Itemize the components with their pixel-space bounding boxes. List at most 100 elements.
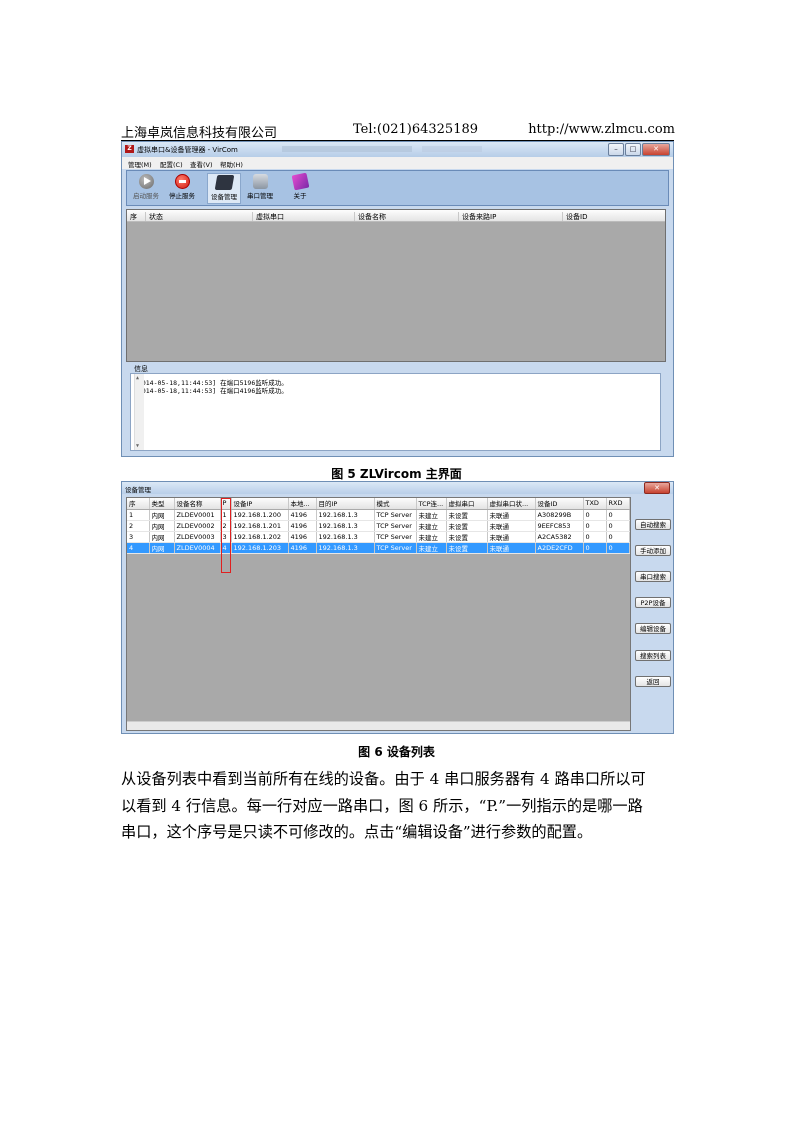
device-list-grid[interactable]: 序 类型 设备名称 P 设备IP 本地... 目的IP 模式 TCP连... 虚… bbox=[126, 497, 631, 731]
figure-caption-5: 图 5 ZLVircom 主界面 bbox=[331, 467, 462, 481]
cell: 未建立 bbox=[416, 520, 447, 532]
cell: 192.168.1.200 bbox=[231, 509, 289, 521]
cell: 0 bbox=[606, 509, 630, 521]
page-header: 上海卓岚信息科技有限公司 Tel:(021)64325189 http://ww… bbox=[121, 122, 675, 141]
cell: ZLDEV0001 bbox=[174, 509, 221, 521]
cell: 内网 bbox=[149, 531, 175, 543]
app-icon: Z bbox=[125, 145, 134, 153]
window-titlebar[interactable]: Z 虚拟串口&设备管理器 - VirCom – □ ✕ bbox=[122, 142, 673, 157]
menu-config[interactable]: 配置(C) bbox=[160, 159, 183, 169]
window-titlebar[interactable]: 设备管理 ✕ bbox=[122, 482, 673, 494]
col-device-id[interactable]: 设备ID bbox=[562, 212, 587, 221]
col-virtual-port[interactable]: 虚拟串口 bbox=[446, 498, 488, 510]
serial-manage-button[interactable]: 串口管理 bbox=[243, 173, 277, 204]
window-controls: – □ ✕ bbox=[607, 143, 670, 156]
col-rxd[interactable]: RXD bbox=[606, 498, 630, 510]
cell: 未设置 bbox=[446, 509, 488, 521]
cell: 1 bbox=[127, 509, 150, 521]
port-list-grid[interactable]: 序 状态 虚拟串口 设备名称 设备来路IP 设备ID bbox=[126, 209, 666, 362]
stop-service-button[interactable]: 停止服务 bbox=[165, 173, 199, 204]
cell: 未设置 bbox=[446, 531, 488, 543]
window-title: 设备管理 bbox=[125, 486, 151, 494]
background-window-blur bbox=[422, 146, 482, 152]
auto-search-button[interactable]: 自动搜索 bbox=[635, 519, 671, 530]
cell: 0 bbox=[606, 520, 630, 532]
cell: 4196 bbox=[288, 542, 317, 554]
cell: 9EEFC853 bbox=[535, 520, 584, 532]
header-url: http://www.zlmcu.com bbox=[528, 122, 675, 137]
close-button[interactable]: ✕ bbox=[642, 143, 670, 156]
horizontal-scrollbar[interactable] bbox=[127, 721, 630, 730]
paragraph-line: 串口，这个序号是只读不可修改的。点击“编辑设备”进行参数的配置。 bbox=[121, 823, 593, 841]
col-dest-ip[interactable]: 目的IP bbox=[316, 498, 375, 510]
cell: TCP Server bbox=[374, 542, 417, 554]
device-manage-button[interactable]: 设备管理 bbox=[207, 173, 241, 204]
cell: 未联通 bbox=[487, 509, 536, 521]
cell: TCP Server bbox=[374, 520, 417, 532]
cell: A2CA5382 bbox=[535, 531, 584, 543]
cell: 未建立 bbox=[416, 531, 447, 543]
cell: 未建立 bbox=[416, 542, 447, 554]
col-device-name[interactable]: 设备名称 bbox=[174, 498, 221, 510]
col-status[interactable]: 状态 bbox=[145, 212, 163, 221]
table-row[interactable]: 2 内网 ZLDEV0002 2 192.168.1.201 4196 192.168.1.… bbox=[127, 520, 630, 532]
cell: 4 bbox=[127, 542, 150, 554]
device-table: 序 类型 设备名称 P 设备IP 本地... 目的IP 模式 TCP连... 虚… bbox=[127, 498, 630, 554]
cell: A308299B bbox=[535, 509, 584, 521]
start-service-button[interactable]: 启动服务 bbox=[129, 173, 163, 204]
manual-add-button[interactable]: 手动添加 bbox=[635, 545, 671, 556]
menu-manage[interactable]: 管理(M) bbox=[128, 159, 152, 169]
cell: 0 bbox=[606, 542, 630, 554]
minimize-button[interactable]: – bbox=[608, 143, 624, 156]
table-row-selected[interactable]: 4 内网 ZLDEV0004 4 192.168.1.203 4196 192.168.1.… bbox=[127, 542, 630, 554]
cell: ZLDEV0004 bbox=[174, 542, 221, 554]
col-index[interactable]: 序 bbox=[127, 212, 137, 221]
maximize-button[interactable]: □ bbox=[625, 143, 641, 156]
cell: 2 bbox=[127, 520, 150, 532]
col-tcp-conn[interactable]: TCP连... bbox=[416, 498, 447, 510]
cell: 未设置 bbox=[446, 520, 488, 532]
log-scrollbar[interactable] bbox=[134, 374, 144, 450]
cell: 0 bbox=[583, 542, 607, 554]
menu-view[interactable]: 查看(V) bbox=[190, 159, 213, 169]
menu-help[interactable]: 帮助(H) bbox=[220, 159, 243, 169]
col-txd[interactable]: TXD bbox=[583, 498, 607, 510]
log-box[interactable]: [2014-05-18,11:44:53] 在端口5196监听成功。 [2014… bbox=[130, 373, 661, 451]
header-company: 上海卓岚信息科技有限公司 bbox=[121, 126, 278, 141]
edit-device-button[interactable]: 编辑设备 bbox=[635, 623, 671, 634]
window-title: 虚拟串口&设备管理器 - VirCom bbox=[137, 146, 238, 154]
about-button[interactable]: 关于 bbox=[283, 172, 317, 204]
search-list-button[interactable]: 搜索列表 bbox=[635, 650, 671, 661]
cell: 192.168.1.3 bbox=[316, 542, 375, 554]
back-button[interactable]: 返回 bbox=[635, 676, 671, 687]
col-device-ip[interactable]: 设备IP bbox=[231, 498, 289, 510]
table-row[interactable]: 1 内网 ZLDEV0001 1 192.168.1.200 4196 192.168.1.… bbox=[127, 509, 630, 521]
col-type[interactable]: 类型 bbox=[149, 498, 175, 510]
col-mode[interactable]: 模式 bbox=[374, 498, 417, 510]
col-index[interactable]: 序 bbox=[127, 498, 150, 510]
cell: 未联通 bbox=[487, 531, 536, 543]
col-local-port[interactable]: 本地... bbox=[288, 498, 317, 510]
cell: 192.168.1.3 bbox=[316, 531, 375, 543]
col-source-ip[interactable]: 设备来路IP bbox=[458, 212, 496, 221]
cell: 未设置 bbox=[446, 542, 488, 554]
about-icon bbox=[291, 172, 309, 191]
figure-caption-6: 图 6 设备列表 bbox=[358, 745, 435, 759]
start-icon bbox=[138, 174, 154, 189]
serial-search-button[interactable]: 串口搜索 bbox=[635, 571, 671, 582]
body-paragraph: 从设备列表中看到当前所有在线的设备。由于 4 串口服务器有 4 路串口所以可 以… bbox=[121, 766, 666, 846]
cell: 内网 bbox=[149, 509, 175, 521]
cell: 0 bbox=[583, 531, 607, 543]
close-button[interactable]: ✕ bbox=[644, 482, 670, 494]
cell: 4196 bbox=[288, 520, 317, 532]
table-row[interactable]: 3 内网 ZLDEV0003 3 192.168.1.202 4196 192.168.1.… bbox=[127, 531, 630, 543]
toolbar: 启动服务 停止服务 设备管理 串口管理 关于 bbox=[126, 170, 669, 206]
p2p-device-button[interactable]: P2P设备 bbox=[635, 597, 671, 608]
col-device-name[interactable]: 设备名称 bbox=[354, 212, 386, 221]
cell: ZLDEV0002 bbox=[174, 520, 221, 532]
col-device-id[interactable]: 设备ID bbox=[535, 498, 584, 510]
col-virtual-port-status[interactable]: 虚拟串口状... bbox=[487, 498, 536, 510]
cell: TCP Server bbox=[374, 509, 417, 521]
cell: TCP Server bbox=[374, 531, 417, 543]
col-virtual-port[interactable]: 虚拟串口 bbox=[252, 212, 284, 221]
